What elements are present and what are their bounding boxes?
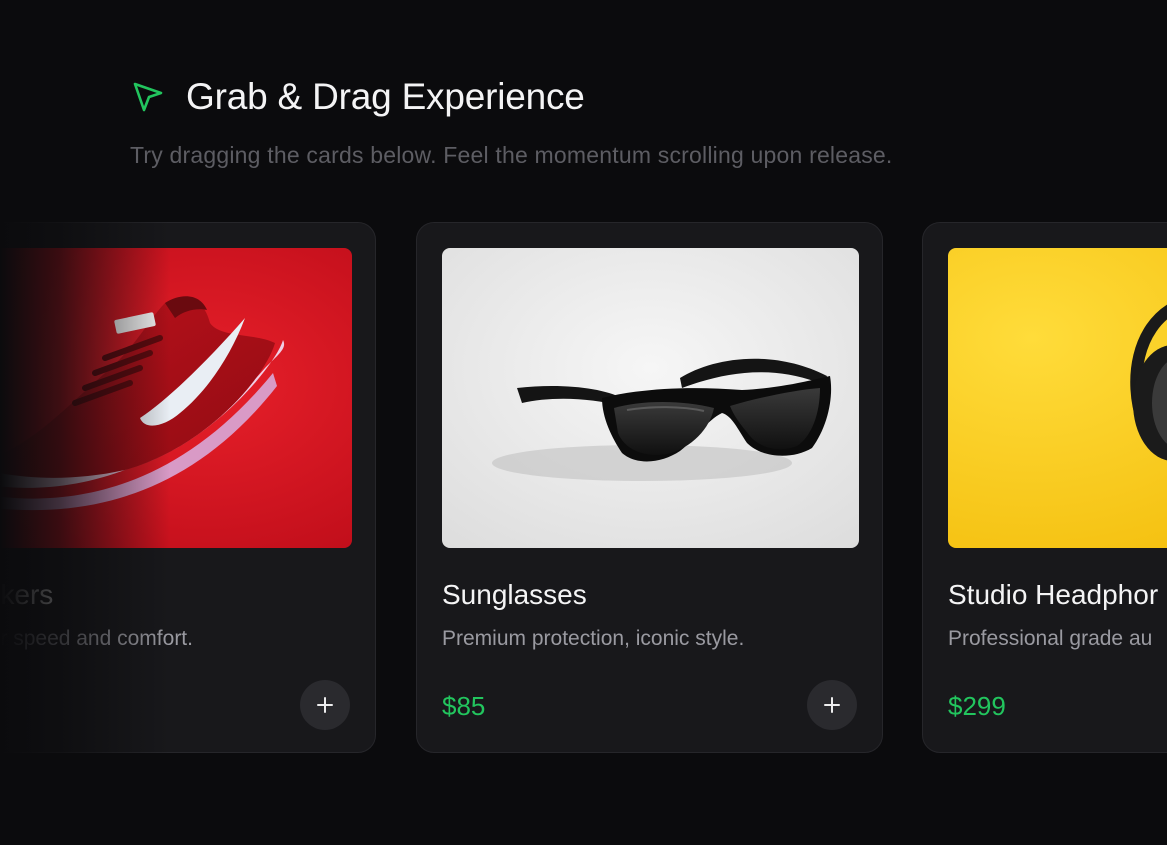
add-to-cart-button[interactable]	[807, 680, 857, 730]
title-row: Grab & Drag Experience	[130, 74, 893, 120]
product-card-headphones[interactable]: Studio Headphor Professional grade au $2…	[922, 222, 1167, 753]
card-title: Sunglasses	[442, 579, 587, 610]
card-carousel[interactable]: Sneakers ered for speed and comfort.	[0, 222, 1167, 756]
plus-icon	[824, 697, 840, 713]
product-card-sneakers[interactable]: Sneakers ered for speed and comfort.	[0, 222, 376, 753]
cursor-arrow-icon	[130, 79, 166, 115]
card-description: Professional grade au	[948, 627, 1153, 650]
card-description: ered for speed and comfort.	[0, 627, 193, 650]
headphones-image	[948, 248, 1167, 548]
card-title: Studio Headphor	[948, 579, 1159, 610]
add-to-cart-button[interactable]	[300, 680, 350, 730]
page-title: Grab & Drag Experience	[186, 76, 585, 117]
product-card-sunglasses[interactable]: Sunglasses Premium protection, iconic st…	[416, 222, 883, 753]
red-sneaker-image	[0, 248, 352, 548]
page-subtitle: Try dragging the cards below. Feel the m…	[130, 142, 893, 168]
card-description: Premium protection, iconic style.	[442, 627, 745, 650]
card-price: $85	[442, 691, 486, 721]
sunglasses-image	[442, 248, 859, 548]
card-price: $299	[948, 691, 1006, 721]
card-title: Sneakers	[0, 579, 54, 610]
page: Grab & Drag Experience Try dragging the …	[0, 0, 1167, 845]
plus-icon	[317, 697, 333, 713]
section-header: Grab & Drag Experience Try dragging the …	[130, 74, 893, 169]
